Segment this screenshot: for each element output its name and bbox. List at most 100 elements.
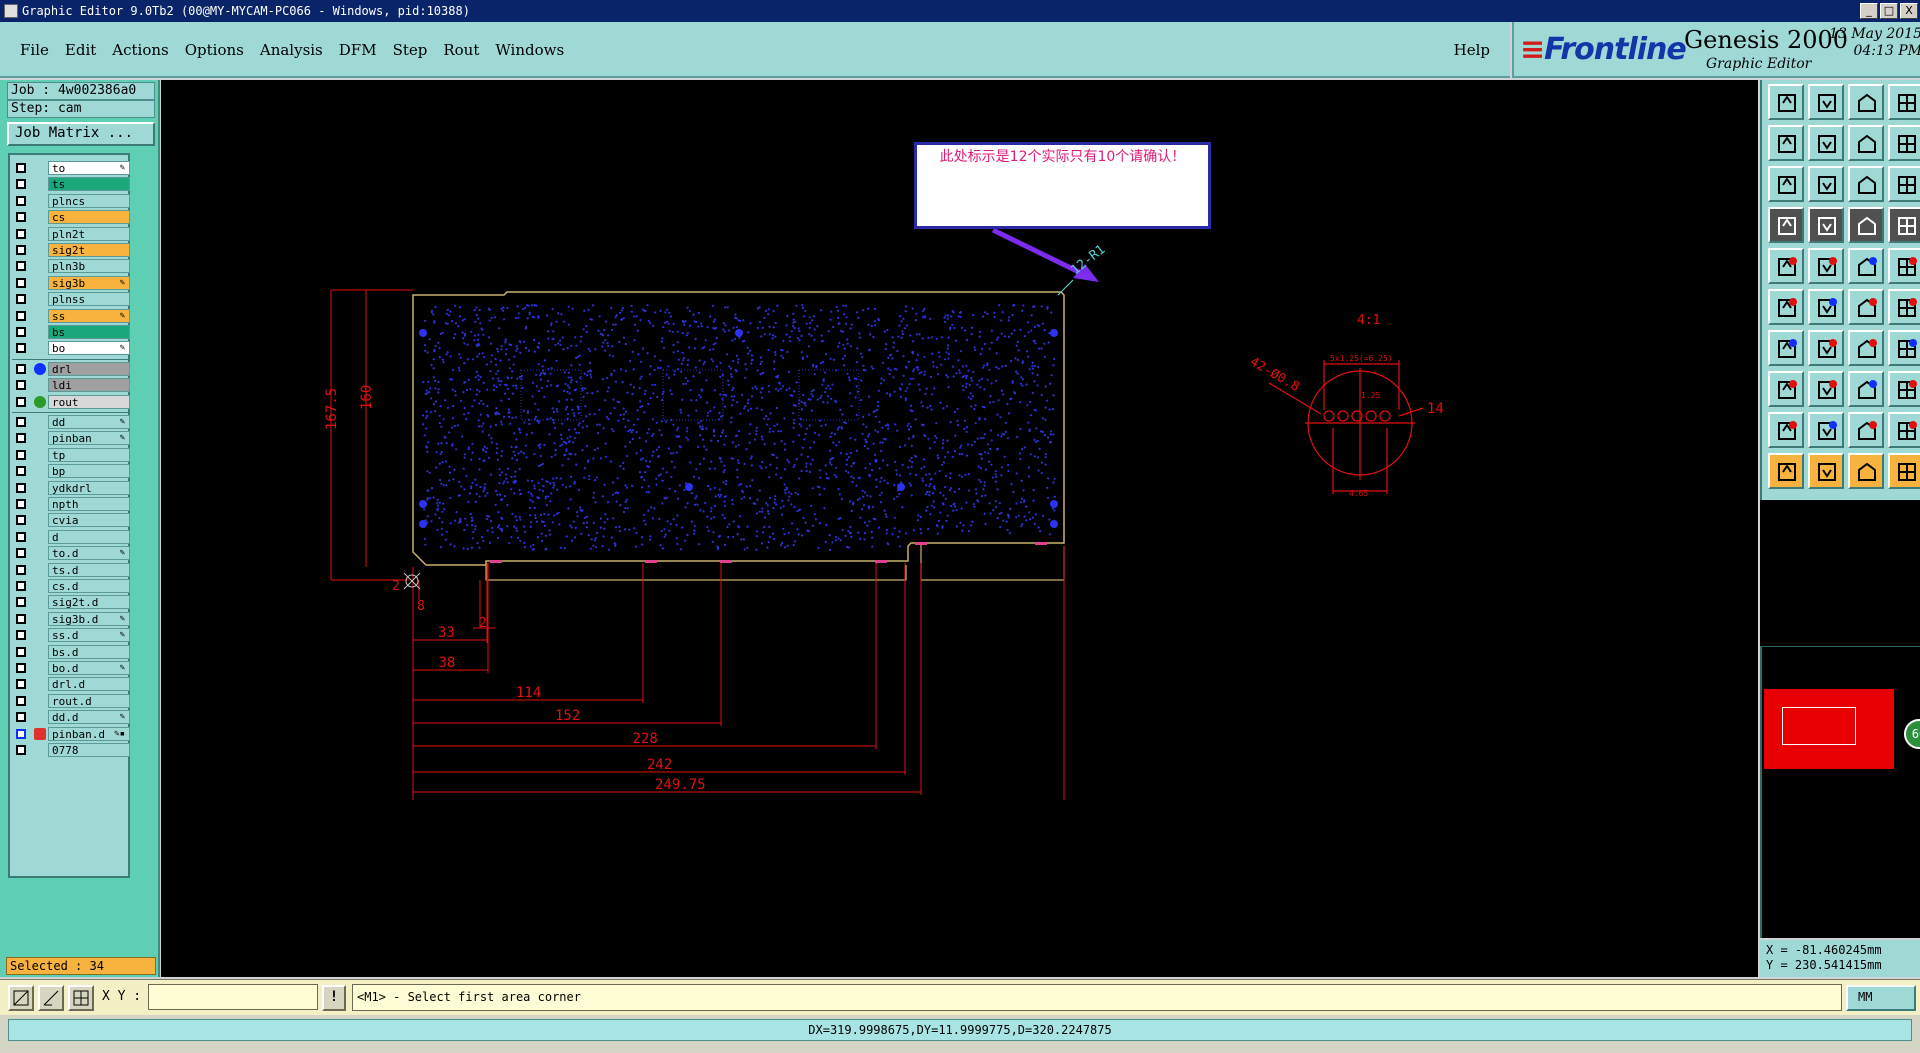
layer-row[interactable]: ts: [12, 177, 130, 192]
layer-checkbox[interactable]: [16, 228, 26, 239]
snap-button[interactable]: [8, 985, 34, 1011]
tool-pointer4-button[interactable]: [1888, 453, 1920, 489]
tool-grid-button[interactable]: [1888, 84, 1920, 120]
layer-name[interactable]: sig2t: [48, 243, 130, 257]
tool-align-button[interactable]: [1848, 207, 1884, 243]
menu-windows[interactable]: Windows: [495, 41, 564, 59]
close-button[interactable]: X: [1900, 3, 1918, 19]
layer-name[interactable]: pinban: [48, 431, 130, 446]
layer-row[interactable]: cs.d: [12, 579, 130, 593]
overview-window[interactable]: 66: [1760, 646, 1920, 938]
tool-shift-button[interactable]: [1888, 289, 1920, 325]
tool-stretch-button[interactable]: [1888, 125, 1920, 161]
tool-pointer-button[interactable]: [1768, 453, 1804, 489]
layer-checkbox[interactable]: [16, 630, 26, 641]
layer-checkbox[interactable]: [16, 163, 26, 173]
layer-name[interactable]: cs: [48, 210, 130, 225]
tool-align2-button[interactable]: [1888, 207, 1920, 243]
layer-name[interactable]: sig2t.d: [48, 595, 130, 610]
layer-checkbox[interactable]: [16, 581, 26, 591]
layer-name[interactable]: cs.d: [48, 579, 130, 593]
layer-checkbox[interactable]: [16, 531, 26, 542]
layer-checkbox[interactable]: [16, 482, 26, 493]
layer-row[interactable]: drl.d: [12, 677, 130, 692]
layer-row[interactable]: to.d ✎: [12, 546, 130, 561]
layer-name[interactable]: drl.d: [48, 677, 130, 692]
layer-row[interactable]: to ✎: [12, 161, 130, 175]
layer-name[interactable]: to: [48, 161, 130, 175]
tool-add-pad-button[interactable]: [1768, 371, 1804, 407]
tool-drill-button[interactable]: [1808, 207, 1844, 243]
layer-checkbox[interactable]: [16, 261, 26, 272]
layer-row[interactable]: ss ✎: [12, 308, 130, 323]
layer-name[interactable]: ldi: [48, 378, 130, 393]
menu-analysis[interactable]: Analysis: [260, 41, 323, 59]
layer-checkbox[interactable]: [16, 728, 26, 739]
tool-line-button[interactable]: [1768, 330, 1804, 366]
tool-home-button[interactable]: [1848, 84, 1884, 120]
layer-row[interactable]: ts.d: [12, 562, 130, 577]
layer-row[interactable]: 0778: [12, 743, 130, 757]
tool-pointer3-button[interactable]: [1848, 453, 1884, 489]
tool-right-button[interactable]: [1808, 125, 1844, 161]
layer-checkbox[interactable]: [16, 245, 26, 255]
layer-name[interactable]: bo.d: [48, 661, 130, 675]
job-matrix-button[interactable]: Job Matrix ...: [7, 122, 155, 146]
layer-name[interactable]: dd: [48, 415, 130, 429]
measure-button[interactable]: [38, 985, 64, 1011]
layer-row[interactable]: pinban.d ✎▪: [12, 726, 130, 741]
tool-tri2-button[interactable]: [1808, 412, 1844, 448]
layer-name[interactable]: dd.d: [48, 710, 130, 725]
menu-dfm[interactable]: DFM: [339, 41, 377, 59]
layer-row[interactable]: bs.d: [12, 644, 130, 659]
layer-checkbox[interactable]: [16, 195, 26, 206]
layer-row[interactable]: ss.d ✎: [12, 628, 130, 643]
tool-minus-button[interactable]: [1808, 371, 1844, 407]
tool-window-button[interactable]: [1848, 371, 1884, 407]
layer-row[interactable]: dd.d ✎: [12, 710, 130, 725]
graphic-canvas[interactable]: 12-R1 4:1 42-Ø0.8 5x1.25(=6.25) 1.25 4.6…: [161, 80, 1758, 977]
tool-slash-button[interactable]: [1808, 330, 1844, 366]
tool-up-button[interactable]: [1768, 84, 1804, 120]
layer-checkbox[interactable]: [16, 663, 26, 673]
layer-row[interactable]: sig3b.d ✎: [12, 611, 130, 626]
layer-row[interactable]: bs: [12, 325, 130, 339]
layer-name[interactable]: rout: [48, 394, 130, 409]
layer-name[interactable]: ts.d: [48, 562, 130, 577]
layer-checkbox[interactable]: [16, 564, 26, 575]
layer-checkbox[interactable]: [16, 294, 26, 305]
layer-checkbox[interactable]: [16, 597, 26, 608]
layer-checkbox[interactable]: [16, 380, 26, 391]
layer-row[interactable]: ldi: [12, 378, 130, 393]
layer-name[interactable]: ss: [48, 308, 130, 323]
layer-row[interactable]: pln2t: [12, 226, 130, 241]
layer-name[interactable]: sig3b: [48, 275, 130, 290]
layer-checkbox[interactable]: [16, 745, 26, 755]
layer-name[interactable]: npth: [48, 497, 130, 511]
layer-row[interactable]: bo.d ✎: [12, 661, 130, 675]
layer-checkbox[interactable]: [16, 695, 26, 706]
layer-name[interactable]: 0778: [48, 743, 130, 757]
layer-row[interactable]: sig3b ✎: [12, 275, 130, 290]
xy-input[interactable]: [148, 984, 318, 1010]
layer-checkbox[interactable]: [16, 343, 26, 354]
menu-rout[interactable]: Rout: [443, 41, 479, 59]
layer-row[interactable]: pinban ✎: [12, 431, 130, 446]
tool-tri4-button[interactable]: [1888, 412, 1920, 448]
grid-button[interactable]: [68, 985, 94, 1011]
layer-name[interactable]: cvia: [48, 513, 130, 528]
tool-zoom-button[interactable]: [1808, 166, 1844, 202]
tool-down-button[interactable]: [1808, 84, 1844, 120]
layer-name[interactable]: ts: [48, 177, 130, 192]
menu-file[interactable]: File: [20, 41, 49, 59]
layer-checkbox[interactable]: [16, 712, 26, 723]
tool-help-button[interactable]: [1888, 166, 1920, 202]
layer-checkbox[interactable]: [16, 613, 26, 624]
menu-help[interactable]: Help: [1454, 41, 1490, 59]
layer-name[interactable]: bp: [48, 464, 130, 479]
menu-actions[interactable]: Actions: [112, 41, 168, 59]
units-selector[interactable]: MM: [1846, 985, 1916, 1011]
layer-row[interactable]: rout: [12, 394, 130, 409]
tool-move-button[interactable]: [1768, 289, 1804, 325]
layer-name[interactable]: to.d: [48, 546, 130, 561]
